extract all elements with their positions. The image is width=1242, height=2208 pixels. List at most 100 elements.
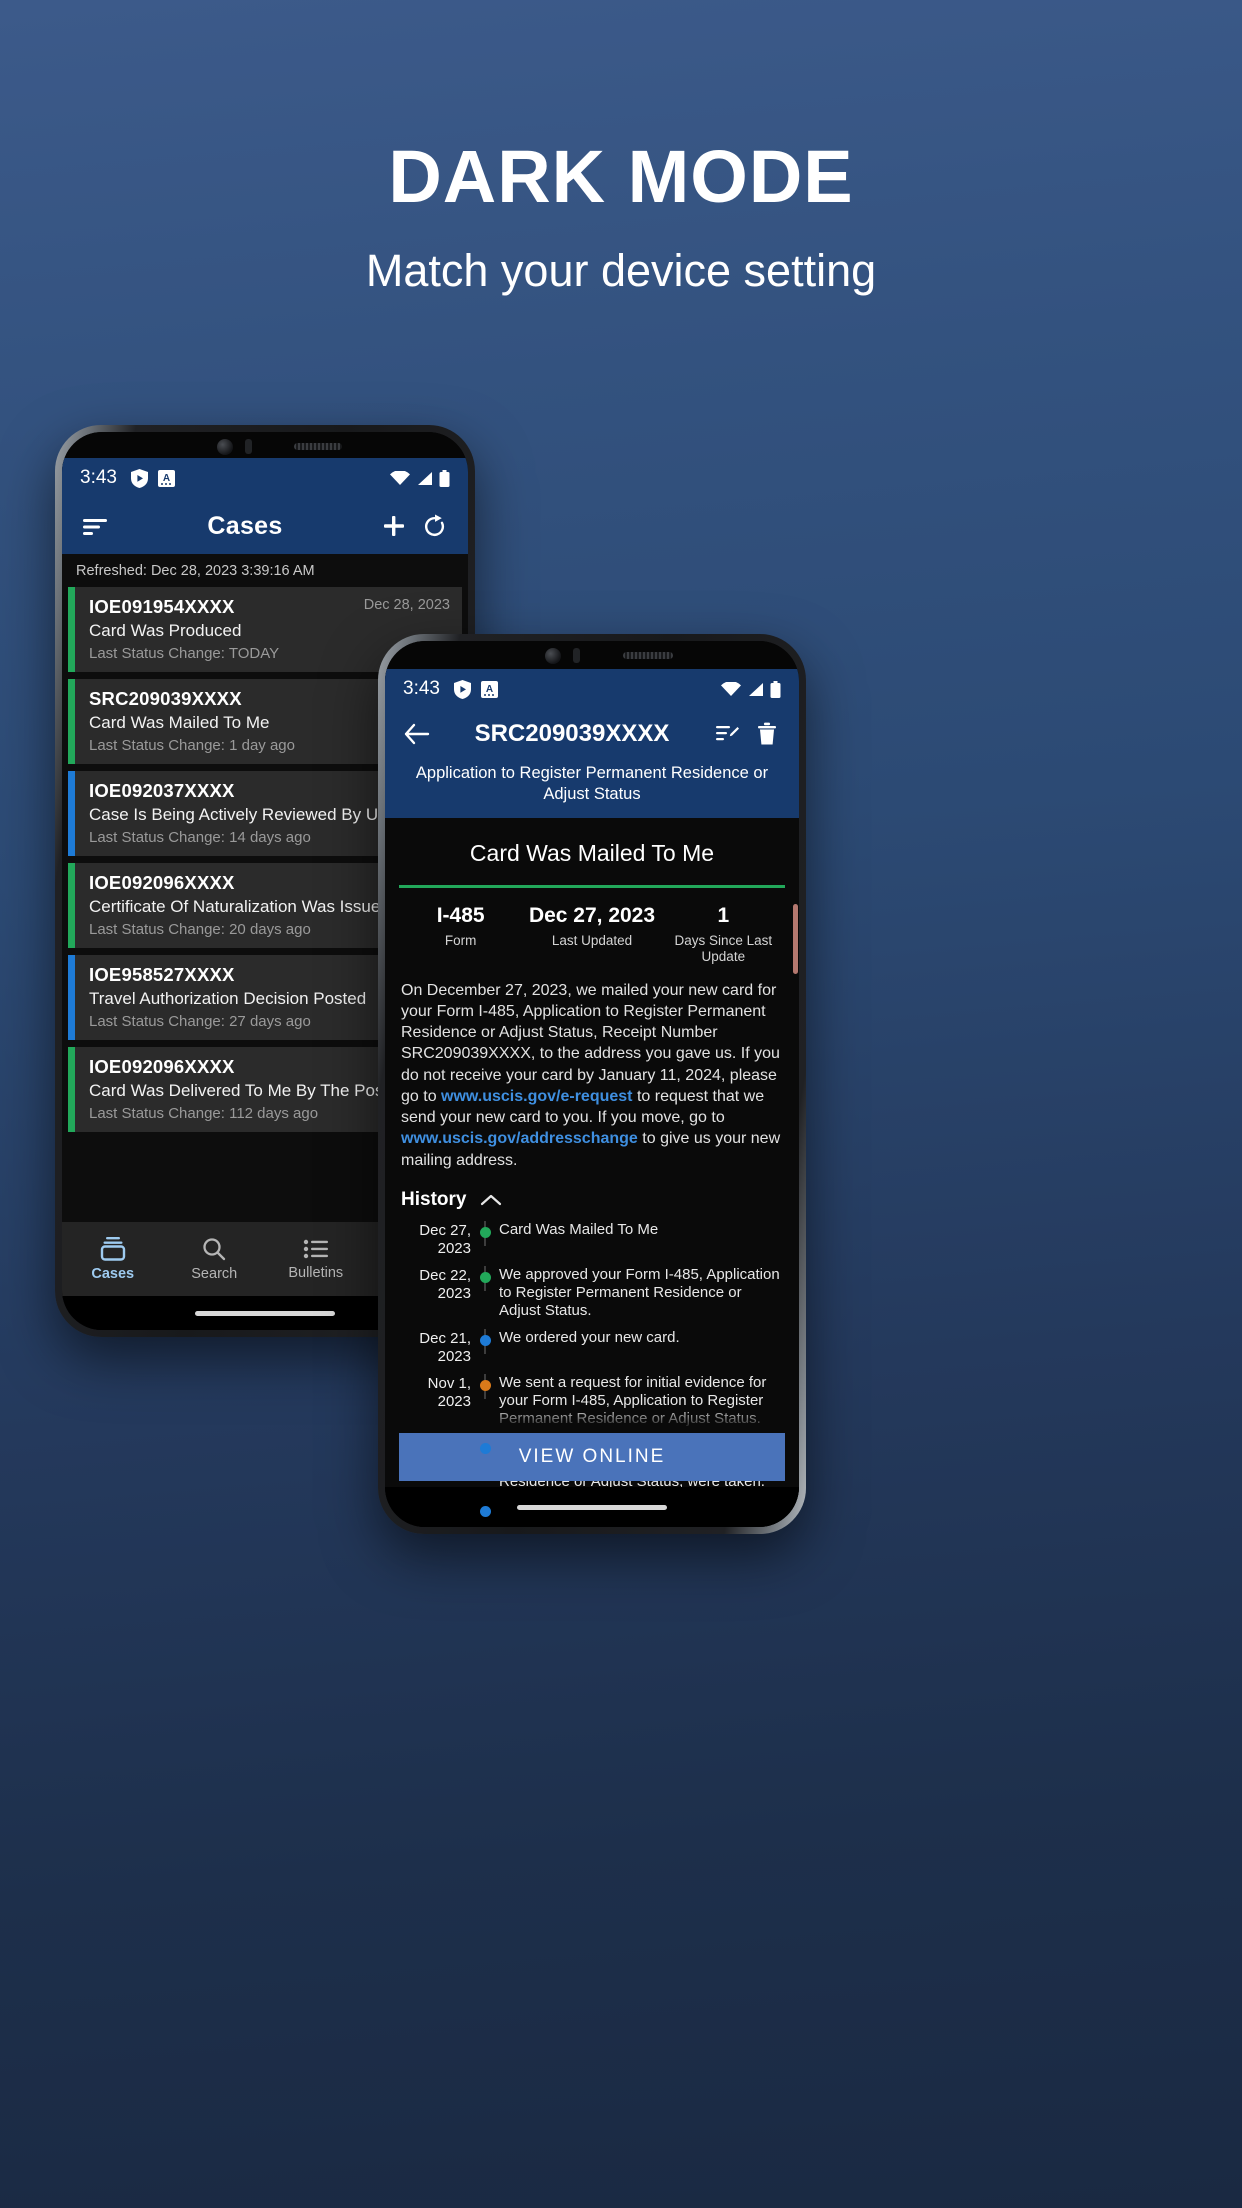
history-header[interactable]: History: [385, 1183, 799, 1219]
history-item: Dec 22, 2023 We approved your Form I-485…: [395, 1264, 789, 1327]
history-date: Nov 1, 2023: [427, 1375, 471, 1410]
stats-row: I-485 Form Dec 27, 2023 Last Updated 1 D…: [385, 888, 799, 979]
form-subtitle: Application to Register Permanent Reside…: [385, 759, 799, 819]
front-camera-icon: [545, 648, 561, 664]
history-dot: [479, 1443, 491, 1455]
detail-app-bar: SRC209039XXXX: [385, 709, 799, 759]
edit-note-icon[interactable]: [707, 714, 747, 754]
content-fade: [385, 1407, 799, 1433]
promo-title: DARK MODE: [388, 135, 854, 218]
case-detail-screen: 3:43 A SRC209039XXXX Application to Regi…: [385, 669, 799, 1527]
stat-value: Dec 27, 2023: [528, 904, 656, 928]
trash-icon[interactable]: [747, 714, 787, 754]
stat-label: Days Since Last Update: [674, 933, 773, 965]
history-dot: [479, 1227, 491, 1239]
stat-form: I-485 Form: [395, 904, 526, 965]
history-date: Dec 22, 2023: [419, 1267, 471, 1302]
case-accent-bar: [68, 679, 75, 764]
svg-text:A: A: [486, 684, 493, 695]
right-gesture-bar[interactable]: [385, 1487, 799, 1527]
svg-text:A: A: [163, 473, 170, 484]
history-rail: [471, 1266, 499, 1292]
stat-last-updated: Dec 27, 2023 Last Updated: [526, 904, 657, 965]
stat-value: 1: [717, 904, 730, 928]
battery-icon: [439, 469, 450, 487]
nav-item-cases[interactable]: Cases: [62, 1236, 164, 1282]
history-item: Dec 27, 2023 Card Was Mailed To Me: [395, 1219, 789, 1264]
history-dot: [479, 1272, 491, 1284]
history-text: Card Was Mailed To Me: [499, 1221, 659, 1239]
battery-icon: [770, 680, 781, 698]
history-date: Dec 27, 2023: [419, 1222, 471, 1257]
current-status-title: Card Was Mailed To Me: [385, 818, 799, 886]
right-status-bar: 3:43 A: [385, 669, 799, 709]
case-accent-bar: [68, 587, 75, 672]
detail-receipt-number: SRC209039XXXX: [474, 720, 670, 747]
sensor-icon: [245, 439, 252, 454]
earpiece-speaker: [294, 443, 342, 450]
history-date: Dec 21, 2023: [419, 1330, 471, 1365]
history-title: History: [401, 1189, 467, 1211]
stat-label: Last Updated: [551, 933, 633, 949]
stat-value: I-485: [436, 904, 485, 928]
accessibility-icon: A: [157, 469, 175, 487]
front-camera-icon: [217, 439, 233, 455]
case-accent-bar: [68, 863, 75, 948]
cases-app-bar: Cases: [62, 498, 468, 554]
case-accent-bar: [68, 771, 75, 856]
history-dot: [479, 1380, 491, 1392]
e-request-link[interactable]: www.uscis.gov/e-request: [441, 1088, 632, 1105]
plus-icon[interactable]: [374, 506, 414, 546]
history-rail: [471, 1374, 499, 1400]
page-title: Cases: [207, 511, 283, 540]
history-dot: [479, 1335, 491, 1347]
chevron-up-icon[interactable]: [480, 1193, 502, 1207]
shield-play-icon: [453, 679, 471, 699]
back-arrow-icon[interactable]: [397, 714, 437, 754]
accessibility-icon: A: [480, 680, 498, 698]
history-text: We approved your Form I-485, Application…: [499, 1266, 780, 1320]
history-rail: [471, 1329, 499, 1355]
right-phone-screen-frame: 3:43 A SRC209039XXXX Application to Regi…: [385, 641, 799, 1527]
search-icon: [201, 1236, 227, 1262]
status-time: 3:43: [403, 678, 440, 699]
wifi-icon: [390, 470, 410, 486]
status-description: On December 27, 2023, we mailed your new…: [385, 980, 799, 1183]
stat-days-since: 1 Days Since Last Update: [658, 904, 789, 965]
history-item: Dec 21, 2023 We ordered your new card.: [395, 1327, 789, 1372]
history-dot: [479, 1506, 491, 1518]
nav-label-search: Search: [191, 1266, 238, 1282]
shield-play-icon: [130, 468, 148, 488]
description-part-1: On December 27, 2023, we mailed your new…: [401, 981, 780, 1105]
right-phone-mockup: 3:43 A SRC209039XXXX Application to Regi…: [378, 634, 806, 1534]
sort-filter-icon[interactable]: [76, 506, 116, 546]
status-time: 3:43: [80, 467, 117, 488]
view-online-button[interactable]: VIEW ONLINE: [399, 1433, 785, 1481]
nav-label-cases: Cases: [91, 1266, 135, 1282]
left-phone-notch: [62, 432, 468, 458]
case-accent-bar: [68, 955, 75, 1040]
nav-item-bulletins[interactable]: Bulletins: [265, 1237, 367, 1281]
case-accent-bar: [68, 1047, 75, 1132]
addresschange-link[interactable]: www.uscis.gov/addresschange: [401, 1130, 638, 1147]
promo-header: DARK MODE Match your device setting: [0, 0, 1242, 296]
signal-icon: [416, 471, 433, 486]
nav-item-search[interactable]: Search: [164, 1236, 266, 1282]
wifi-icon: [721, 681, 741, 697]
cases-icon: [99, 1236, 127, 1262]
left-status-bar: 3:43 A: [62, 458, 468, 498]
sensor-icon: [573, 648, 580, 663]
promo-subtitle: Match your device setting: [365, 245, 877, 296]
right-phone-notch: [385, 641, 799, 669]
refreshed-timestamp: Refreshed: Dec 28, 2023 3:39:16 AM: [62, 554, 468, 587]
nav-label-bulletins: Bulletins: [288, 1265, 344, 1281]
refresh-icon[interactable]: [414, 506, 454, 546]
stat-label: Form: [444, 933, 477, 949]
scrollbar[interactable]: [793, 904, 798, 974]
case-date: Dec 28, 2023: [363, 597, 450, 613]
history-rail: [471, 1221, 499, 1247]
list-icon: [303, 1237, 329, 1261]
history-text: We ordered your new card.: [499, 1329, 680, 1347]
signal-icon: [747, 682, 764, 697]
earpiece-speaker: [623, 652, 673, 659]
